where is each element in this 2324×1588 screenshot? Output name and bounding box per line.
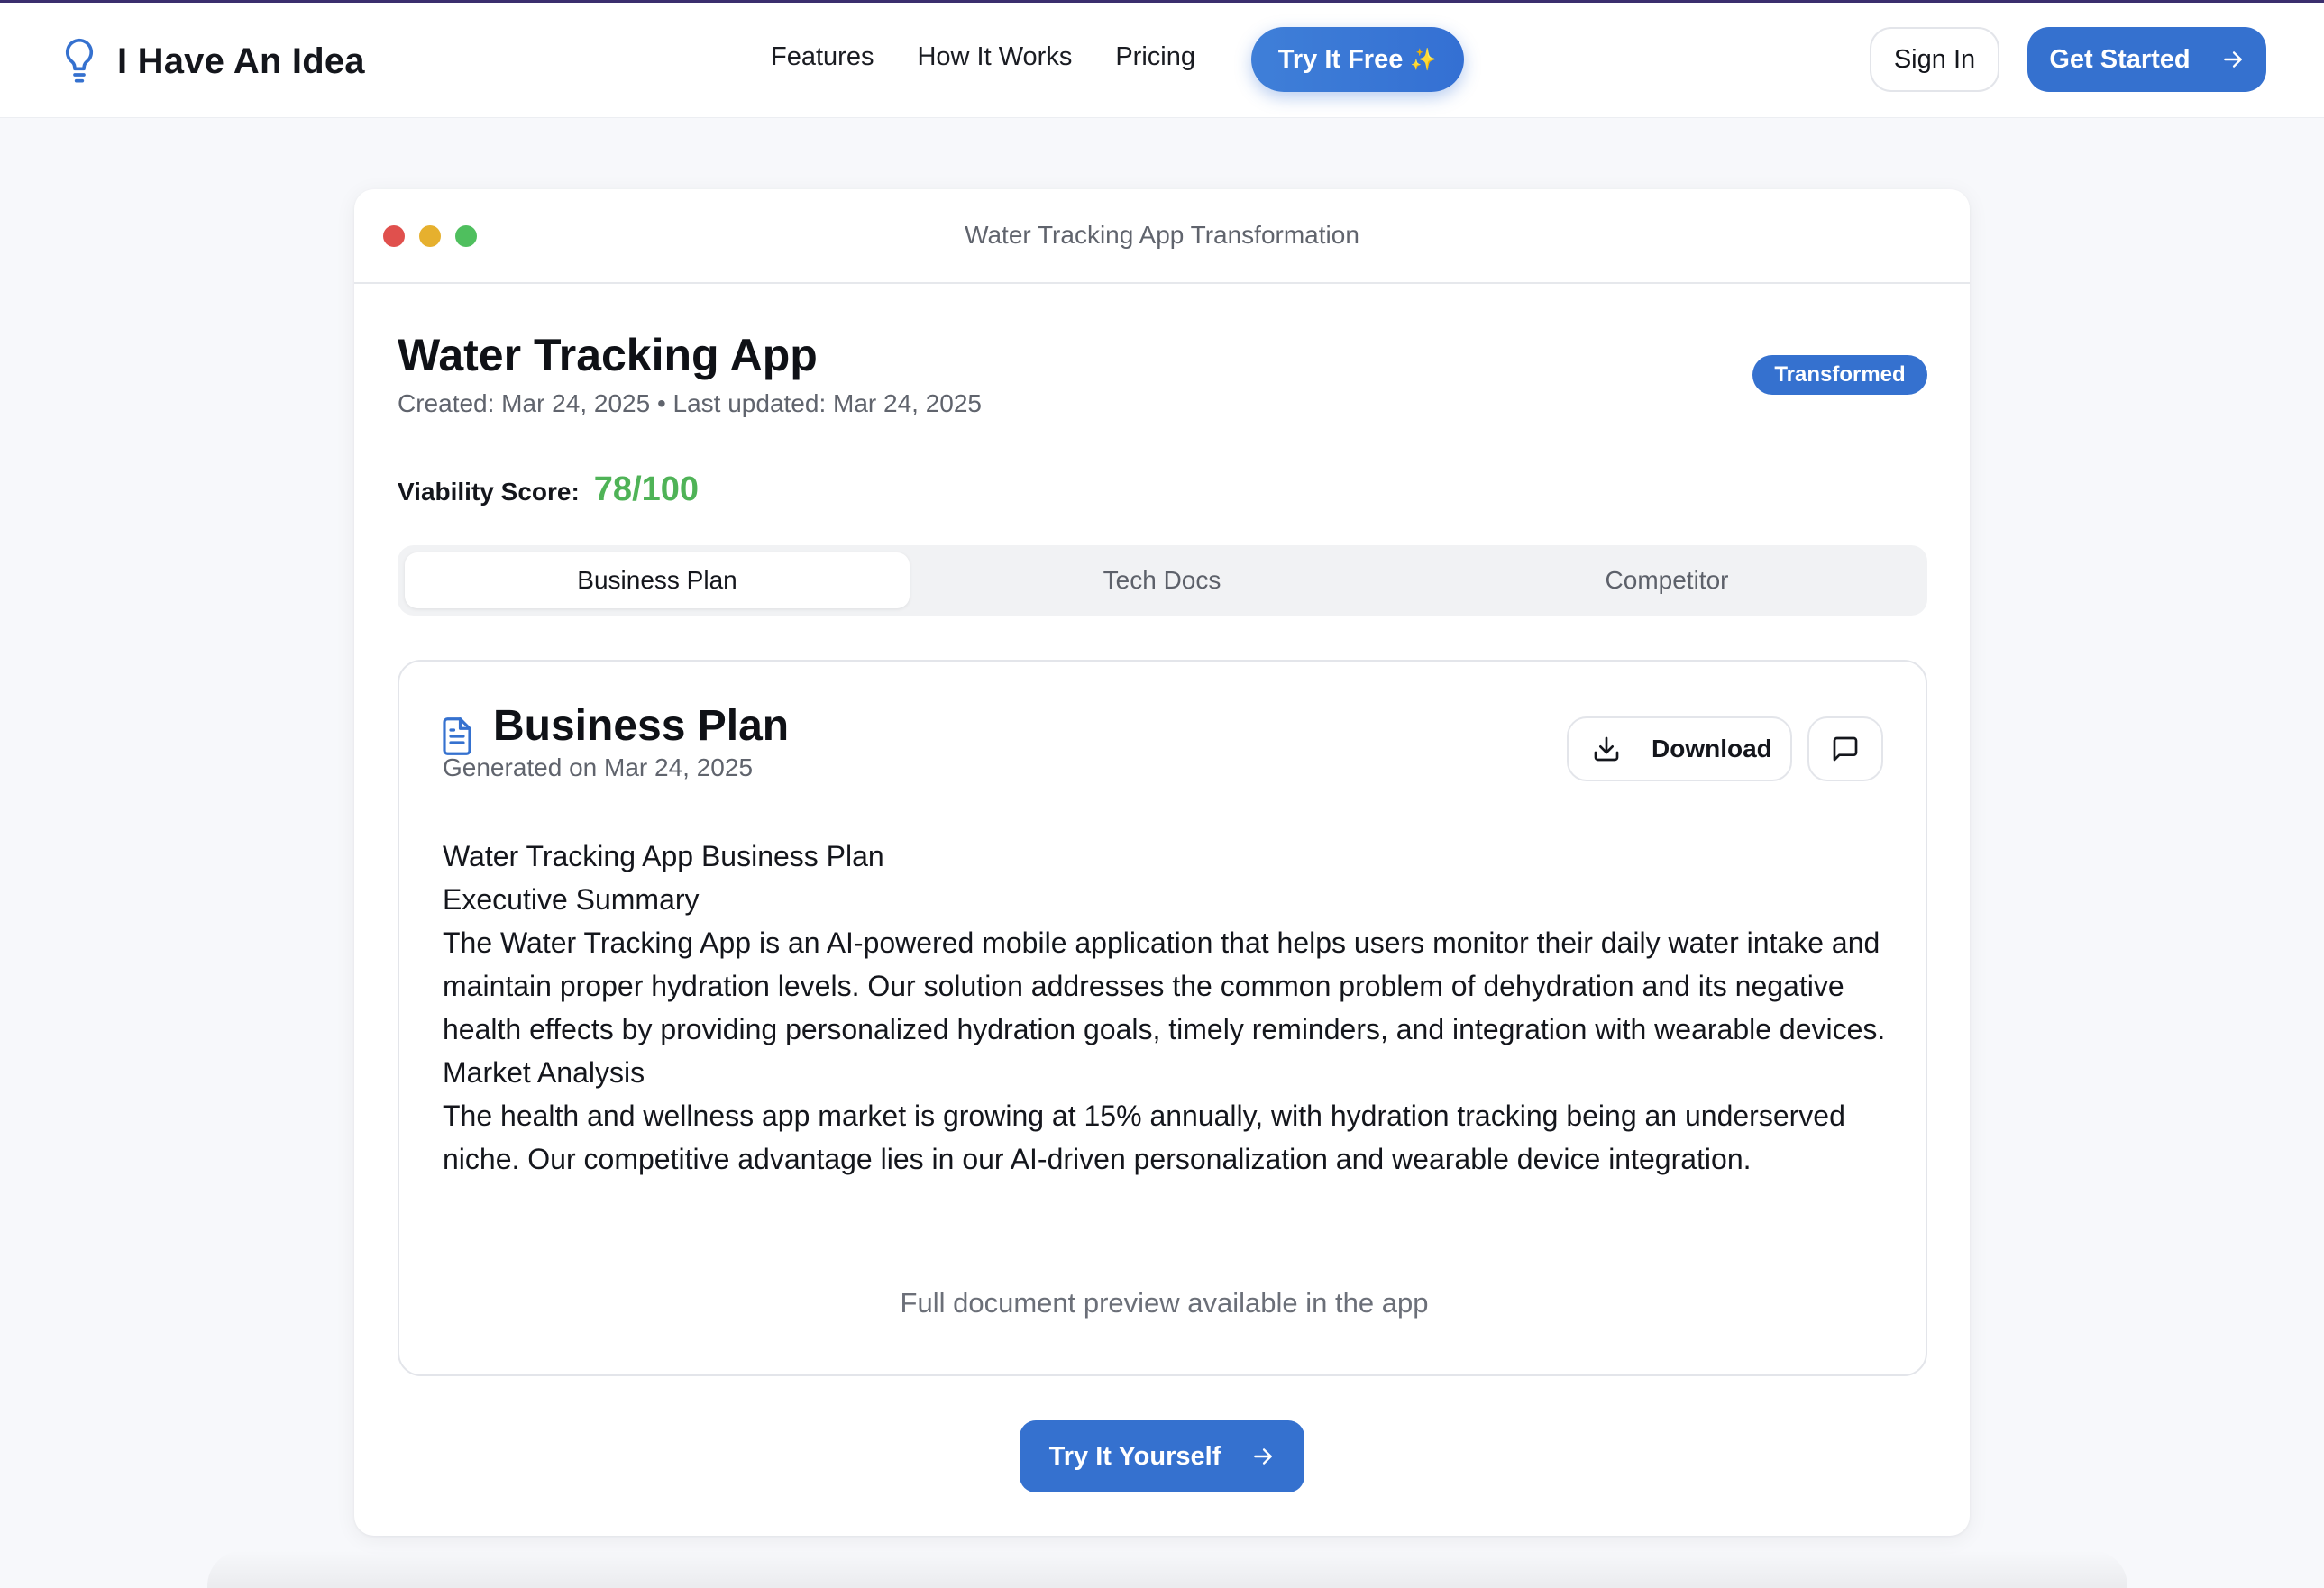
section-heading-executive-summary: Executive Summary <box>443 883 700 916</box>
brand-name: I Have An Idea <box>117 41 365 81</box>
sparkle-icon: ✨ <box>1410 47 1438 72</box>
download-label: Download <box>1652 735 1772 762</box>
executive-summary-text: The Water Tracking App is an AI-powered … <box>443 926 1886 1045</box>
message-square-icon <box>1833 736 1858 762</box>
arrow-right-icon <box>2223 51 2242 68</box>
tab-business-plan[interactable]: Business Plan <box>405 552 910 608</box>
nav-links: Features How It Works Pricing <box>771 42 1195 72</box>
top-navigation: I Have An Idea Features How It Works Pri… <box>0 3 2324 118</box>
idea-dates: Created: Mar 24, 2025 • Last updated: Ma… <box>398 389 982 417</box>
document-heading: Water Tracking App Business Plan <box>443 840 884 872</box>
try-it-free-button[interactable]: Try It Free ✨ <box>1251 27 1464 92</box>
brand[interactable]: I Have An Idea <box>61 37 365 86</box>
sign-in-button[interactable]: Sign In <box>1870 27 1999 92</box>
idea-title: Water Tracking App <box>398 330 818 380</box>
status-badge: Transformed <box>1752 355 1927 395</box>
nav-link-how-it-works[interactable]: How It Works <box>917 42 1072 72</box>
document-icon <box>443 717 471 755</box>
document-content: Water Tracking App Business Plan Executi… <box>443 835 1894 1181</box>
window-titlebar: Water Tracking App Transformation <box>354 189 1970 284</box>
window-title: Water Tracking App Transformation <box>965 221 1359 249</box>
document-title: Business Plan <box>493 702 790 750</box>
transformation-window: Water Tracking App Transformation Water … <box>354 189 1970 1536</box>
viability-score: Viability Score: 78/100 <box>398 470 699 509</box>
get-started-button[interactable]: Get Started <box>2027 27 2266 92</box>
business-plan-panel: Business Plan Generated on Mar 24, 2025 … <box>398 660 1927 1376</box>
download-button[interactable]: Download <box>1567 716 1792 781</box>
viability-label: Viability Score: <box>398 478 580 506</box>
document-tabs: Business Plan Tech Docs Competitor <box>398 545 1927 616</box>
nav-link-pricing[interactable]: Pricing <box>1115 42 1195 72</box>
viability-value: 78/100 <box>593 470 700 508</box>
document-generated-date: Generated on Mar 24, 2025 <box>443 753 754 781</box>
try-it-free-label: Try It Free <box>1277 44 1404 74</box>
try-it-yourself-label: Try It Yourself <box>1048 1441 1221 1471</box>
nav-link-features[interactable]: Features <box>771 42 874 72</box>
lightbulb-icon <box>65 38 94 83</box>
comment-button[interactable] <box>1807 716 1883 781</box>
market-analysis-text: The health and wellness app market is gr… <box>443 1100 1845 1175</box>
try-it-yourself-button[interactable]: Try It Yourself <box>1020 1420 1304 1492</box>
section-edge-shadow <box>207 1550 2127 1588</box>
section-heading-market-analysis: Market Analysis <box>443 1056 645 1089</box>
preview-note: Full document preview available in the a… <box>900 1287 1429 1319</box>
arrow-right-icon <box>1254 1448 1273 1465</box>
get-started-label: Get Started <box>2049 44 2191 74</box>
download-icon <box>1594 736 1619 762</box>
tab-competitor[interactable]: Competitor <box>1414 545 1919 616</box>
tab-tech-docs[interactable]: Tech Docs <box>910 545 1414 616</box>
